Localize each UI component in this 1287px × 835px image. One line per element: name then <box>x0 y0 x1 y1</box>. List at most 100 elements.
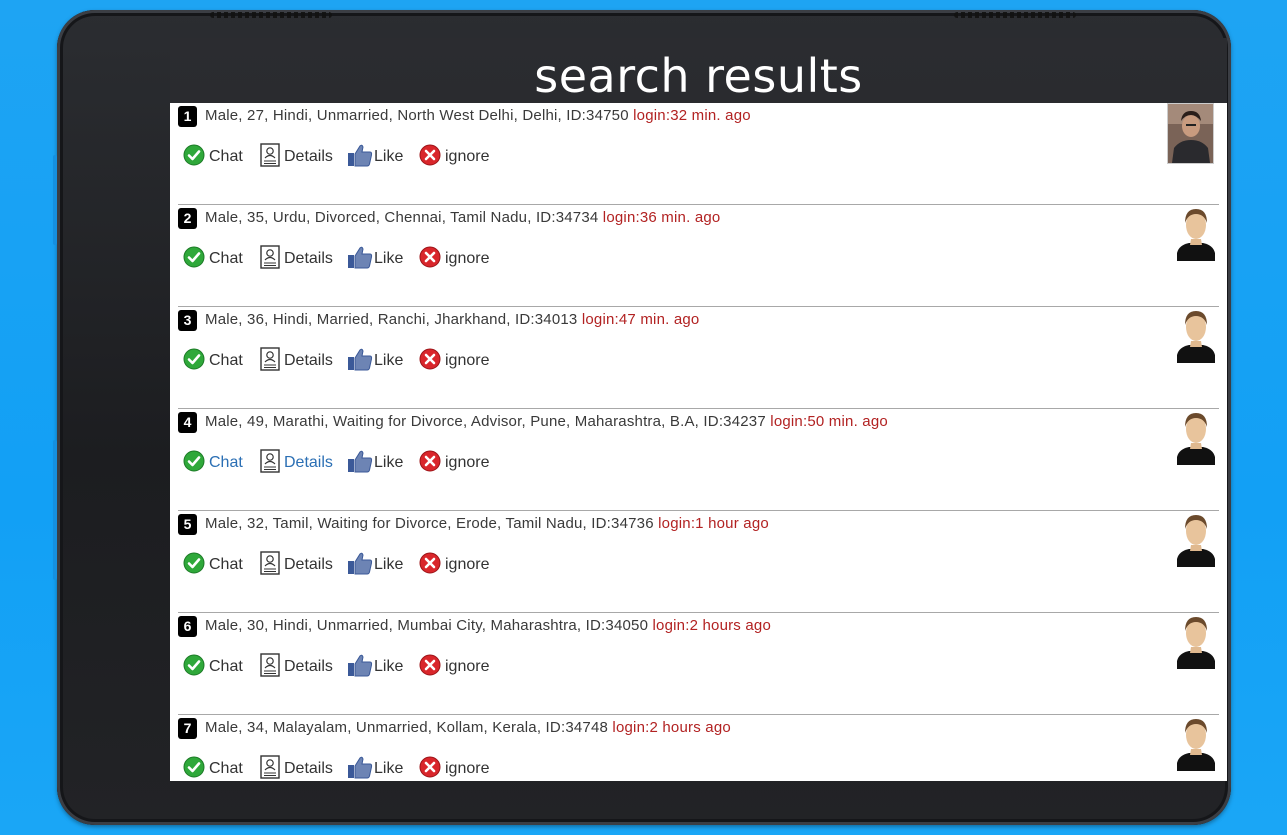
like-button[interactable]: Like <box>347 245 403 273</box>
chat-label: Chat <box>209 454 243 471</box>
profile-summary: Male, 35, Urdu, Divorced, Chennai, Tamil… <box>205 209 599 226</box>
details-button[interactable]: Details <box>260 448 333 478</box>
ignore-button[interactable]: ignore <box>419 653 489 681</box>
ignore-button[interactable]: ignore <box>419 143 489 171</box>
ignore-label: ignore <box>445 760 490 777</box>
details-label: Details <box>284 352 333 369</box>
result-row[interactable]: 5 Male, 32, Tamil, Waiting for Divorce, … <box>170 511 1227 613</box>
login-time: login:50 min. ago <box>770 413 888 430</box>
result-info[interactable]: Male, 27, Hindi, Unmarried, North West D… <box>205 107 751 124</box>
chat-button[interactable]: Chat <box>183 653 243 681</box>
thumbs-up-icon <box>347 449 373 478</box>
check-circle-icon <box>183 756 205 782</box>
result-row[interactable]: 3 Male, 36, Hindi, Married, Ranchi, Jhar… <box>170 307 1227 409</box>
close-circle-icon <box>419 552 441 579</box>
check-circle-icon <box>183 552 205 579</box>
details-label: Details <box>284 250 333 267</box>
check-circle-icon <box>183 450 205 477</box>
screen: search results 1 Male, 27, Hindi, Unmarr… <box>170 38 1227 781</box>
ignore-label: ignore <box>445 658 490 675</box>
result-row[interactable]: 7 Male, 34, Malayalam, Unmarried, Kollam… <box>170 715 1227 781</box>
chat-button[interactable]: Chat <box>183 143 243 171</box>
like-label: Like <box>374 556 404 573</box>
like-button[interactable]: Like <box>347 755 403 781</box>
result-info[interactable]: Male, 34, Malayalam, Unmarried, Kollam, … <box>205 719 731 736</box>
result-row[interactable]: 1 Male, 27, Hindi, Unmarried, North West… <box>170 103 1227 205</box>
login-time: login:2 hours ago <box>612 719 731 736</box>
ignore-button[interactable]: ignore <box>419 245 489 273</box>
chat-label: Chat <box>209 148 243 165</box>
login-time: login:32 min. ago <box>633 107 751 124</box>
result-info[interactable]: Male, 36, Hindi, Married, Ranchi, Jharkh… <box>205 311 699 328</box>
check-circle-icon <box>183 246 205 273</box>
profile-card-icon <box>260 244 280 274</box>
ignore-label: ignore <box>445 454 490 471</box>
result-info[interactable]: Male, 35, Urdu, Divorced, Chennai, Tamil… <box>205 209 720 226</box>
details-button[interactable]: Details <box>260 550 333 579</box>
login-time: login:47 min. ago <box>581 311 700 328</box>
ignore-button[interactable]: ignore <box>419 347 489 375</box>
result-number: 4 <box>178 412 197 433</box>
thumbs-up-icon <box>347 245 373 274</box>
chat-button[interactable]: Chat <box>183 347 243 375</box>
ignore-label: ignore <box>445 556 490 573</box>
profile-card-icon <box>260 754 280 782</box>
side-button <box>53 440 57 580</box>
like-button[interactable]: Like <box>347 653 403 681</box>
result-row[interactable]: 2 Male, 35, Urdu, Divorced, Chennai, Tam… <box>170 205 1227 307</box>
thumbs-up-icon <box>347 755 373 782</box>
login-time: login:1 hour ago <box>658 515 769 532</box>
like-button[interactable]: Like <box>347 551 403 579</box>
profile-summary: Male, 30, Hindi, Unmarried, Mumbai City,… <box>205 617 649 634</box>
chat-button[interactable]: Chat <box>183 551 243 579</box>
profile-card-icon <box>260 652 280 682</box>
result-info[interactable]: Male, 32, Tamil, Waiting for Divorce, Er… <box>205 515 769 532</box>
profile-summary: Male, 49, Marathi, Waiting for Divorce, … <box>205 413 766 430</box>
result-info[interactable]: Male, 49, Marathi, Waiting for Divorce, … <box>205 413 888 430</box>
ignore-button[interactable]: ignore <box>419 551 489 579</box>
like-label: Like <box>374 658 404 675</box>
result-number: 5 <box>178 514 197 535</box>
thumbs-up-icon <box>347 653 373 682</box>
profile-card-icon <box>260 142 280 172</box>
like-label: Like <box>374 454 404 471</box>
details-button[interactable]: Details <box>260 142 333 172</box>
result-number: 7 <box>178 718 197 739</box>
profile-summary: Male, 27, Hindi, Unmarried, North West D… <box>205 107 629 124</box>
details-button[interactable]: Details <box>260 754 333 782</box>
avatar-placeholder-icon[interactable] <box>1173 307 1219 363</box>
close-circle-icon <box>419 348 441 375</box>
result-row[interactable]: 6 Male, 30, Hindi, Unmarried, Mumbai Cit… <box>170 613 1227 715</box>
ignore-label: ignore <box>445 352 490 369</box>
details-button[interactable]: Details <box>260 346 333 375</box>
chat-label: Chat <box>209 250 243 267</box>
ignore-button[interactable]: ignore <box>419 449 489 477</box>
avatar-placeholder-icon[interactable] <box>1173 511 1219 567</box>
profile-summary: Male, 32, Tamil, Waiting for Divorce, Er… <box>205 515 654 532</box>
volume-button <box>53 155 57 245</box>
close-circle-icon <box>419 756 441 782</box>
avatar-placeholder-icon[interactable] <box>1173 205 1219 261</box>
profile-card-icon <box>260 448 280 478</box>
chat-label: Chat <box>209 658 243 675</box>
details-button[interactable]: Details <box>260 652 333 682</box>
like-button[interactable]: Like <box>347 143 403 171</box>
avatar-placeholder-icon[interactable] <box>1173 715 1219 771</box>
chat-button[interactable]: Chat <box>183 755 243 781</box>
details-label: Details <box>284 556 333 573</box>
result-row[interactable]: 4 Male, 49, Marathi, Waiting for Divorce… <box>170 409 1227 511</box>
result-info[interactable]: Male, 30, Hindi, Unmarried, Mumbai City,… <box>205 617 771 634</box>
results-list[interactable]: 1 Male, 27, Hindi, Unmarried, North West… <box>170 103 1227 781</box>
chat-button[interactable]: Chat <box>183 245 243 273</box>
like-label: Like <box>374 148 404 165</box>
avatar-placeholder-icon[interactable] <box>1173 613 1219 669</box>
ignore-button[interactable]: ignore <box>419 755 489 781</box>
like-button[interactable]: Like <box>347 347 403 375</box>
login-time: login:36 min. ago <box>602 209 721 226</box>
ignore-label: ignore <box>445 250 490 267</box>
details-button[interactable]: Details <box>260 244 333 274</box>
avatar-placeholder-icon[interactable] <box>1173 409 1219 465</box>
like-button[interactable]: Like <box>347 449 403 477</box>
profile-photo[interactable] <box>1167 103 1214 164</box>
chat-button[interactable]: Chat <box>183 449 243 477</box>
